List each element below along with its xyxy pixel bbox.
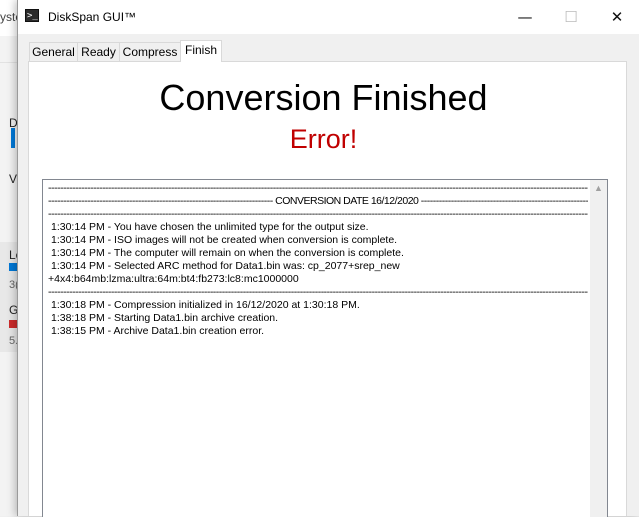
log-line: 1:30:14 PM - You have chosen the unlimit… xyxy=(51,221,369,233)
log-separator: ----------------------------------------… xyxy=(48,182,588,194)
background-accent xyxy=(11,128,15,148)
background-progress-bar xyxy=(9,320,17,328)
diskspan-window: >_ DiskSpan GUI™ — ☐ ✕ General Ready Com… xyxy=(17,0,639,517)
log-line: 1:38:18 PM - Starting Data1.bin archive … xyxy=(51,312,279,324)
tab-finish[interactable]: Finish xyxy=(180,40,222,62)
page-title: Conversion Finished xyxy=(159,77,488,118)
log-line: +4x4:b64mb:lzma:ultra:64m:bt4:fb273:lc8:… xyxy=(48,273,299,285)
minimize-button[interactable]: — xyxy=(502,0,548,34)
scroll-up-arrow-icon[interactable]: ▲ xyxy=(590,180,607,197)
log-date-label: CONVERSION DATE 16/12/2020 xyxy=(275,195,419,207)
log-scrollbar[interactable]: ▲ xyxy=(590,180,607,517)
log-separator: ----------------------------------------… xyxy=(48,286,588,298)
finish-panel: Conversion Finished Error! -------------… xyxy=(28,61,627,517)
window-title: DiskSpan GUI™ xyxy=(48,10,137,24)
background-progress-bar xyxy=(9,263,17,271)
console-app-icon: >_ xyxy=(25,9,39,22)
tab-compress[interactable]: Compress xyxy=(119,42,181,61)
log-line: 1:30:14 PM - The computer will remain on… xyxy=(51,247,404,259)
log-line: 1:30:18 PM - Compression initialized in … xyxy=(51,299,360,311)
log-text: ----------------------------------------… xyxy=(48,182,588,338)
log-line: 1:30:14 PM - Selected ARC method for Dat… xyxy=(51,260,400,272)
log-line: 1:30:14 PM - ISO images will not be crea… xyxy=(51,234,398,246)
log-line: 1:38:15 PM - Archive Data1.bin creation … xyxy=(51,325,265,337)
status-message: Error! xyxy=(289,124,358,154)
log-separator: ----------------------------------------… xyxy=(48,208,588,220)
log-date-header: ----------------------------------------… xyxy=(48,195,588,207)
title-bar[interactable]: >_ DiskSpan GUI™ — ☐ ✕ xyxy=(18,0,639,34)
maximize-button[interactable]: ☐ xyxy=(548,0,594,34)
close-button[interactable]: ✕ xyxy=(594,0,639,34)
tab-general[interactable]: General xyxy=(29,42,78,61)
tab-ready[interactable]: Ready xyxy=(77,42,120,61)
conversion-log[interactable]: ----------------------------------------… xyxy=(42,179,608,517)
